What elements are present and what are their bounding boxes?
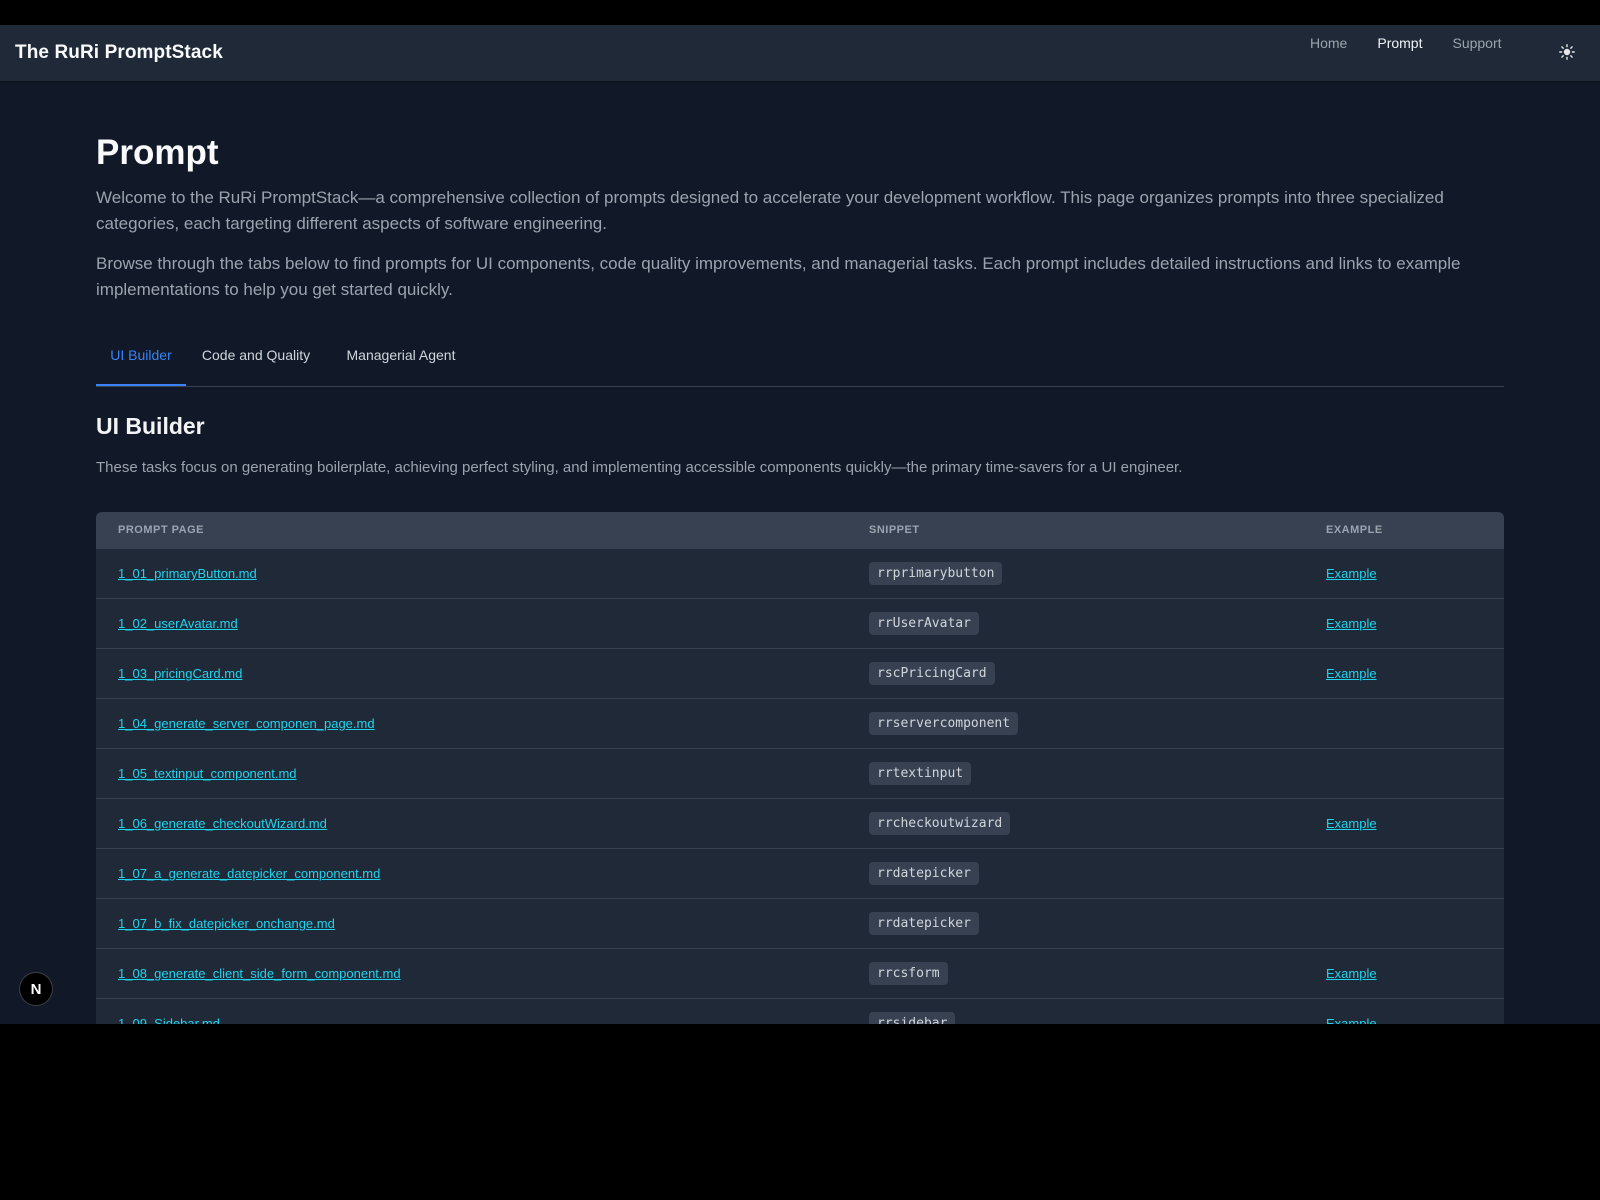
snippet-code: rrtextinput xyxy=(869,762,972,785)
snippet-code: rrdatepicker xyxy=(869,912,979,935)
snippet-code: rrservercomponent xyxy=(869,712,1019,735)
sun-icon xyxy=(1559,44,1575,60)
nav-link-prompt[interactable]: Prompt xyxy=(1377,35,1422,51)
prompt-page-cell: 1_02_userAvatar.md xyxy=(118,599,238,648)
example-cell: Example xyxy=(1326,799,1377,848)
nextjs-icon: N xyxy=(30,980,42,998)
header-prompt-page: PROMPT PAGE xyxy=(118,524,204,536)
header-snippet: SNIPPET xyxy=(869,524,920,536)
page-title: Prompt xyxy=(96,133,219,172)
prompt-page-link[interactable]: 1_03_pricingCard.md xyxy=(118,666,242,681)
table-row: 1_07_b_fix_datepicker_onchange.md rrdatep… xyxy=(96,899,1504,949)
prompt-page-cell: 1_03_pricingCard.md xyxy=(118,649,242,698)
prompt-page-cell: 1_08_generate_client_side_form_component… xyxy=(118,949,401,998)
category-tabs: UI Builder Code and Quality Managerial A… xyxy=(96,335,1504,387)
example-link[interactable]: Example xyxy=(1326,616,1377,631)
snippet-code: rscPricingCard xyxy=(869,662,995,685)
section-title: UI Builder xyxy=(96,413,205,439)
prompt-page-link[interactable]: 1_05_textinput_component.md xyxy=(118,766,297,781)
prompt-page-cell: 1_05_textinput_component.md xyxy=(118,749,297,798)
example-cell: Example xyxy=(1326,599,1377,648)
example-cell: Example xyxy=(1326,649,1377,698)
nav-link-support[interactable]: Support xyxy=(1452,35,1501,51)
example-cell: Example xyxy=(1326,949,1377,998)
example-link[interactable]: Example xyxy=(1326,816,1377,831)
snippet-code: rrsidebar xyxy=(869,1012,956,1024)
theme-toggle-button[interactable] xyxy=(1556,41,1578,63)
nav-links: Home Prompt Support xyxy=(1310,35,1532,51)
snippet-cell: rrprimarybutton xyxy=(869,549,1003,598)
prompt-page-cell: 1_07_a_generate_datepicker_component.md xyxy=(118,849,380,898)
prompt-page-link[interactable]: 1_06_generate_checkoutWizard.md xyxy=(118,816,327,831)
prompt-page-cell: 1_06_generate_checkoutWizard.md xyxy=(118,799,327,848)
table-row: 1_09_Sidebar.md rrsidebar Example xyxy=(96,999,1504,1024)
example-link[interactable]: Example xyxy=(1326,1016,1377,1024)
snippet-cell: rrUserAvatar xyxy=(869,599,979,648)
prompt-page-cell: 1_04_generate_server_componen_page.md xyxy=(118,699,375,748)
tab-managerial-agent[interactable]: Managerial Agent xyxy=(326,335,476,384)
snippet-code: rrdatepicker xyxy=(869,862,979,885)
snippet-cell: rrservercomponent xyxy=(869,699,1019,748)
table-row: 1_01_primaryButton.md rrprimarybutton Exam… xyxy=(96,549,1504,599)
example-link[interactable]: Example xyxy=(1326,666,1377,681)
prompts-table: PROMPT PAGE SNIPPET EXAMPLE 1_01_primary… xyxy=(96,512,1504,1024)
snippet-code: rrcheckoutwizard xyxy=(869,812,1011,835)
table-row: 1_06_generate_checkoutWizard.md rrcheckou… xyxy=(96,799,1504,849)
prompt-page-link[interactable]: 1_01_primaryButton.md xyxy=(118,566,257,581)
app-viewport: The RuRi PromptStack Home Prompt Support xyxy=(0,25,1600,1024)
table-row: 1_05_textinput_component.md rrtextinput xyxy=(96,749,1504,799)
table-body: 1_01_primaryButton.md rrprimarybutton Exam… xyxy=(96,549,1504,1024)
prompt-page-link[interactable]: 1_02_userAvatar.md xyxy=(118,616,238,631)
snippet-cell: rscPricingCard xyxy=(869,649,995,698)
example-link[interactable]: Example xyxy=(1326,566,1377,581)
table-row: 1_02_userAvatar.md rrUserAvatar Example xyxy=(96,599,1504,649)
snippet-cell: rrsidebar xyxy=(869,999,956,1024)
tab-ui-builder[interactable]: UI Builder xyxy=(96,335,186,386)
example-cell: Example xyxy=(1326,549,1377,598)
table-row: 1_08_generate_client_side_form_component… xyxy=(96,949,1504,999)
snippet-cell: rrcsform xyxy=(869,949,948,998)
prompt-page-link[interactable]: 1_07_a_generate_datepicker_component.md xyxy=(118,866,380,881)
snippet-code: rrUserAvatar xyxy=(869,612,979,635)
intro-paragraph-1: Welcome to the RuRi PromptStack—a compre… xyxy=(96,188,1444,233)
prompt-page-link[interactable]: 1_04_generate_server_componen_page.md xyxy=(118,716,375,731)
prompt-page-cell: 1_07_b_fix_datepicker_onchange.md xyxy=(118,899,335,948)
intro-paragraph-2: Browse through the tabs below to find pr… xyxy=(96,254,1461,299)
snippet-cell: rrtextinput xyxy=(869,749,972,798)
table-row: 1_04_generate_server_componen_page.md rrs… xyxy=(96,699,1504,749)
prompt-page-cell: 1_09_Sidebar.md xyxy=(118,999,220,1024)
snippet-code: rrcsform xyxy=(869,962,948,985)
brand-title[interactable]: The RuRi PromptStack xyxy=(15,25,223,81)
table-row: 1_07_a_generate_datepicker_component.md r… xyxy=(96,849,1504,899)
prompt-page-link[interactable]: 1_07_b_fix_datepicker_onchange.md xyxy=(118,916,335,931)
snippet-cell: rrdatepicker xyxy=(869,849,979,898)
example-link[interactable]: Example xyxy=(1326,966,1377,981)
section-description: These tasks focus on generating boilerpl… xyxy=(96,459,1183,476)
nextjs-dev-badge[interactable]: N xyxy=(19,972,53,1006)
prompt-page-cell: 1_01_primaryButton.md xyxy=(118,549,257,598)
snippet-code: rrprimarybutton xyxy=(869,562,1003,585)
tab-code-and-quality[interactable]: Code and Quality xyxy=(186,335,326,384)
example-cell: Example xyxy=(1326,999,1377,1024)
prompt-page-link[interactable]: 1_08_generate_client_side_form_component… xyxy=(118,966,401,981)
top-navbar: The RuRi PromptStack Home Prompt Support xyxy=(0,25,1600,81)
prompt-page-link[interactable]: 1_09_Sidebar.md xyxy=(118,1016,220,1024)
snippet-cell: rrcheckoutwizard xyxy=(869,799,1011,848)
header-example: EXAMPLE xyxy=(1326,524,1383,536)
snippet-cell: rrdatepicker xyxy=(869,899,979,948)
nav-link-home[interactable]: Home xyxy=(1310,35,1347,51)
table-row: 1_03_pricingCard.md rscPricingCard Example xyxy=(96,649,1504,699)
table-header: PROMPT PAGE SNIPPET EXAMPLE xyxy=(96,512,1504,549)
